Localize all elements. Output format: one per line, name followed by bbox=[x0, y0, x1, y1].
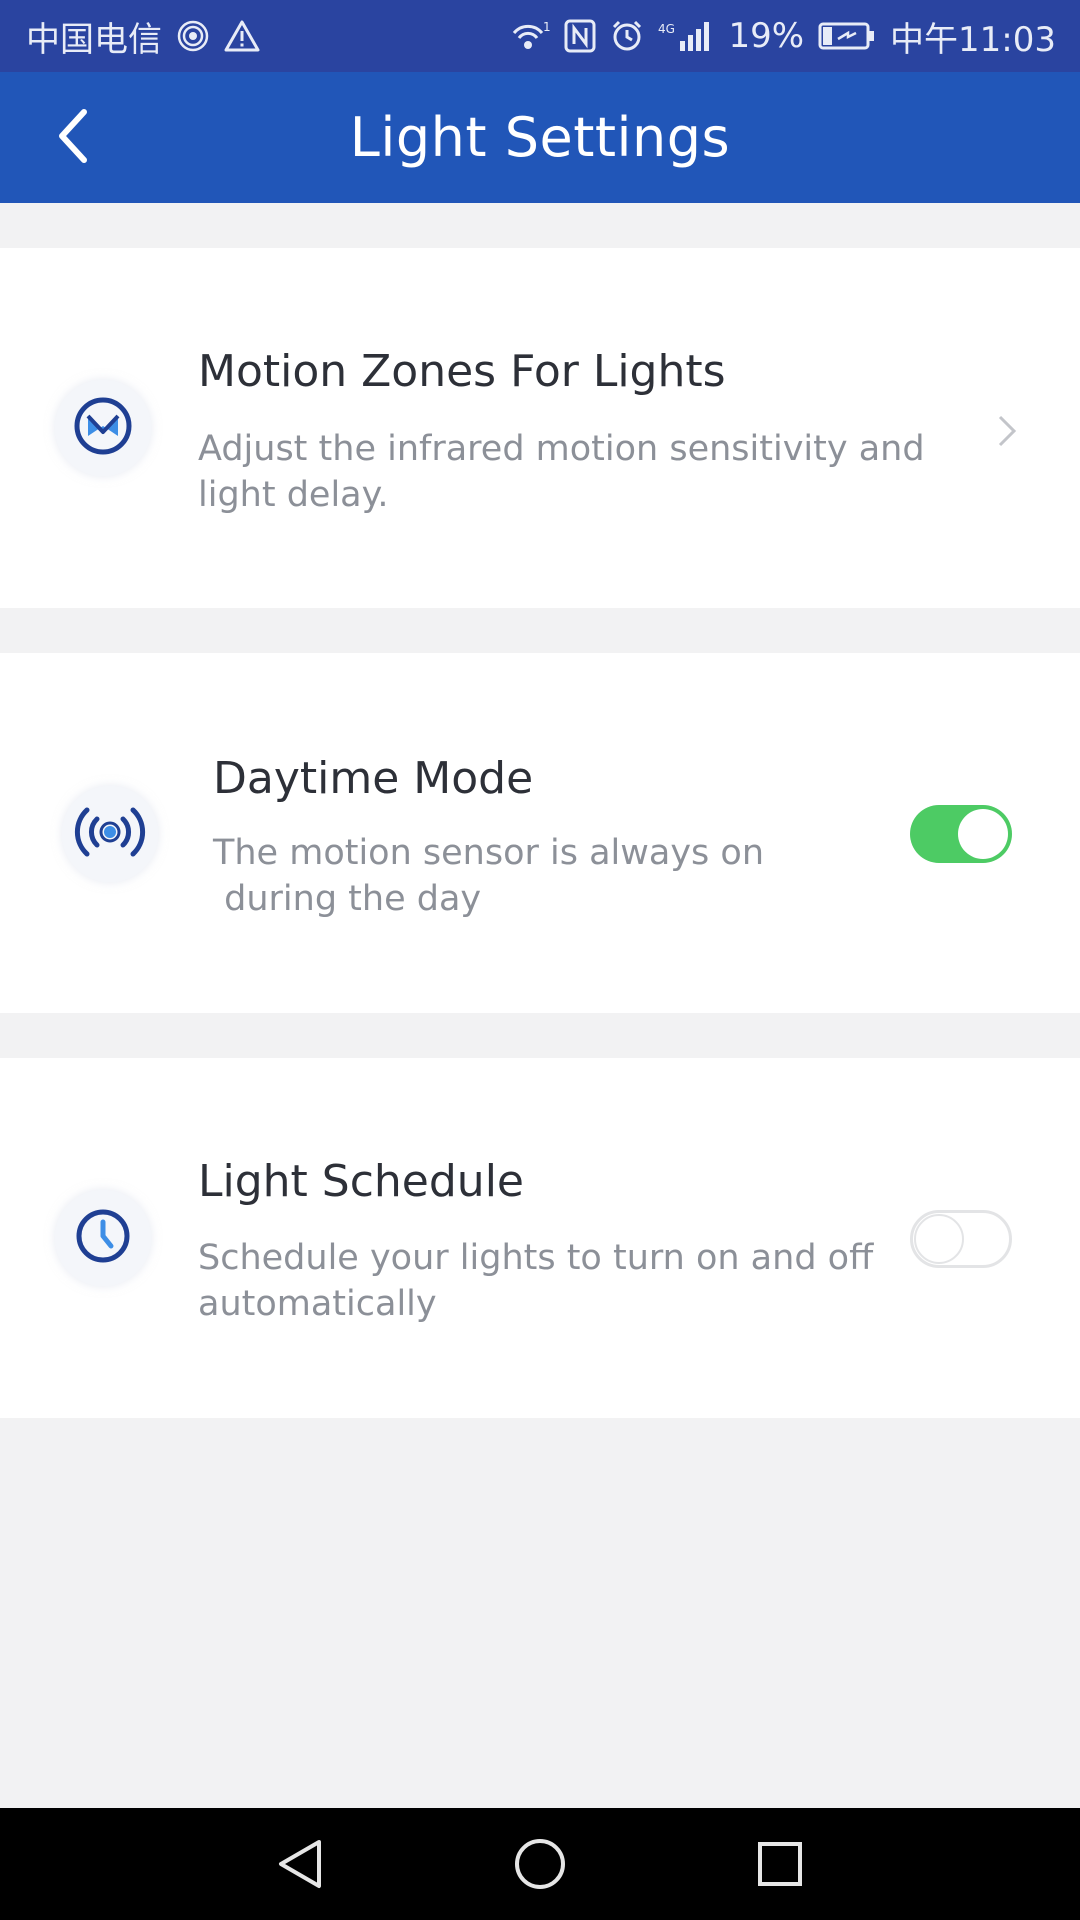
nav-back-icon bbox=[275, 1838, 325, 1894]
signal-icon: 4G bbox=[658, 19, 714, 53]
app-bar: Light Settings bbox=[0, 72, 1080, 203]
daytime-mode-description: The motion sensor is always on during th… bbox=[213, 830, 773, 922]
daytime-mode-description-line1: The motion sensor is always on bbox=[213, 833, 765, 873]
nav-recents-button[interactable] bbox=[750, 1836, 810, 1896]
nav-back-button[interactable] bbox=[270, 1836, 330, 1896]
light-schedule-toggle[interactable] bbox=[910, 1210, 1012, 1268]
battery-icon bbox=[818, 21, 876, 51]
wifi-icon: 1 bbox=[510, 19, 550, 53]
status-right: 1 4G 19% 中午11:03 bbox=[510, 12, 1056, 61]
status-bar: 中国电信 1 4G 19% 中午11:03 bbox=[0, 0, 1080, 72]
back-button[interactable] bbox=[42, 102, 102, 174]
motion-zone-icon bbox=[71, 394, 135, 462]
carrier-name: 中国电信 bbox=[26, 19, 162, 60]
light-schedule-description: Schedule your lights to turn on and off … bbox=[198, 1238, 874, 1324]
motion-zones-title: Motion Zones For Lights bbox=[198, 346, 726, 397]
toggle-knob bbox=[958, 809, 1008, 859]
battery-percent: 19% bbox=[728, 16, 805, 56]
clock-icon-container bbox=[55, 1190, 151, 1286]
hotspot-icon bbox=[176, 19, 210, 53]
warning-icon bbox=[224, 19, 260, 53]
status-time: 中午11:03 bbox=[890, 19, 1056, 60]
broadcast-sensor-icon bbox=[74, 802, 146, 866]
back-arrow-icon bbox=[52, 106, 92, 170]
nav-recents-icon bbox=[756, 1840, 804, 1892]
nav-home-icon bbox=[513, 1837, 567, 1895]
svg-text:1: 1 bbox=[543, 20, 550, 34]
clock-icon bbox=[73, 1206, 133, 1270]
daytime-mode-row: Daytime Mode The motion sensor is always… bbox=[0, 653, 1080, 1013]
light-schedule-title: Light Schedule bbox=[198, 1156, 524, 1207]
motion-zones-row[interactable]: Motion Zones For Lights Adjust the infra… bbox=[0, 248, 1080, 608]
toggle-knob bbox=[914, 1214, 964, 1264]
daytime-mode-title: Daytime Mode bbox=[213, 753, 534, 804]
system-nav-bar bbox=[0, 1808, 1080, 1920]
nav-home-button[interactable] bbox=[510, 1836, 570, 1896]
daytime-mode-description-line2: during the day bbox=[213, 879, 482, 919]
broadcast-sensor-icon-container bbox=[62, 786, 158, 882]
chevron-right-icon bbox=[992, 411, 1022, 451]
daytime-mode-toggle[interactable] bbox=[910, 805, 1012, 863]
motion-zone-icon-container bbox=[55, 380, 151, 476]
status-left: 中国电信 bbox=[26, 12, 260, 61]
alarm-icon bbox=[610, 19, 644, 53]
page-title: Light Settings bbox=[349, 106, 731, 169]
nfc-icon bbox=[564, 19, 596, 53]
signal-label: 4G bbox=[658, 22, 675, 36]
motion-zones-description: Adjust the infrared motion sensitivity a… bbox=[198, 429, 925, 515]
light-schedule-row: Light Schedule Schedule your lights to t… bbox=[0, 1058, 1080, 1418]
